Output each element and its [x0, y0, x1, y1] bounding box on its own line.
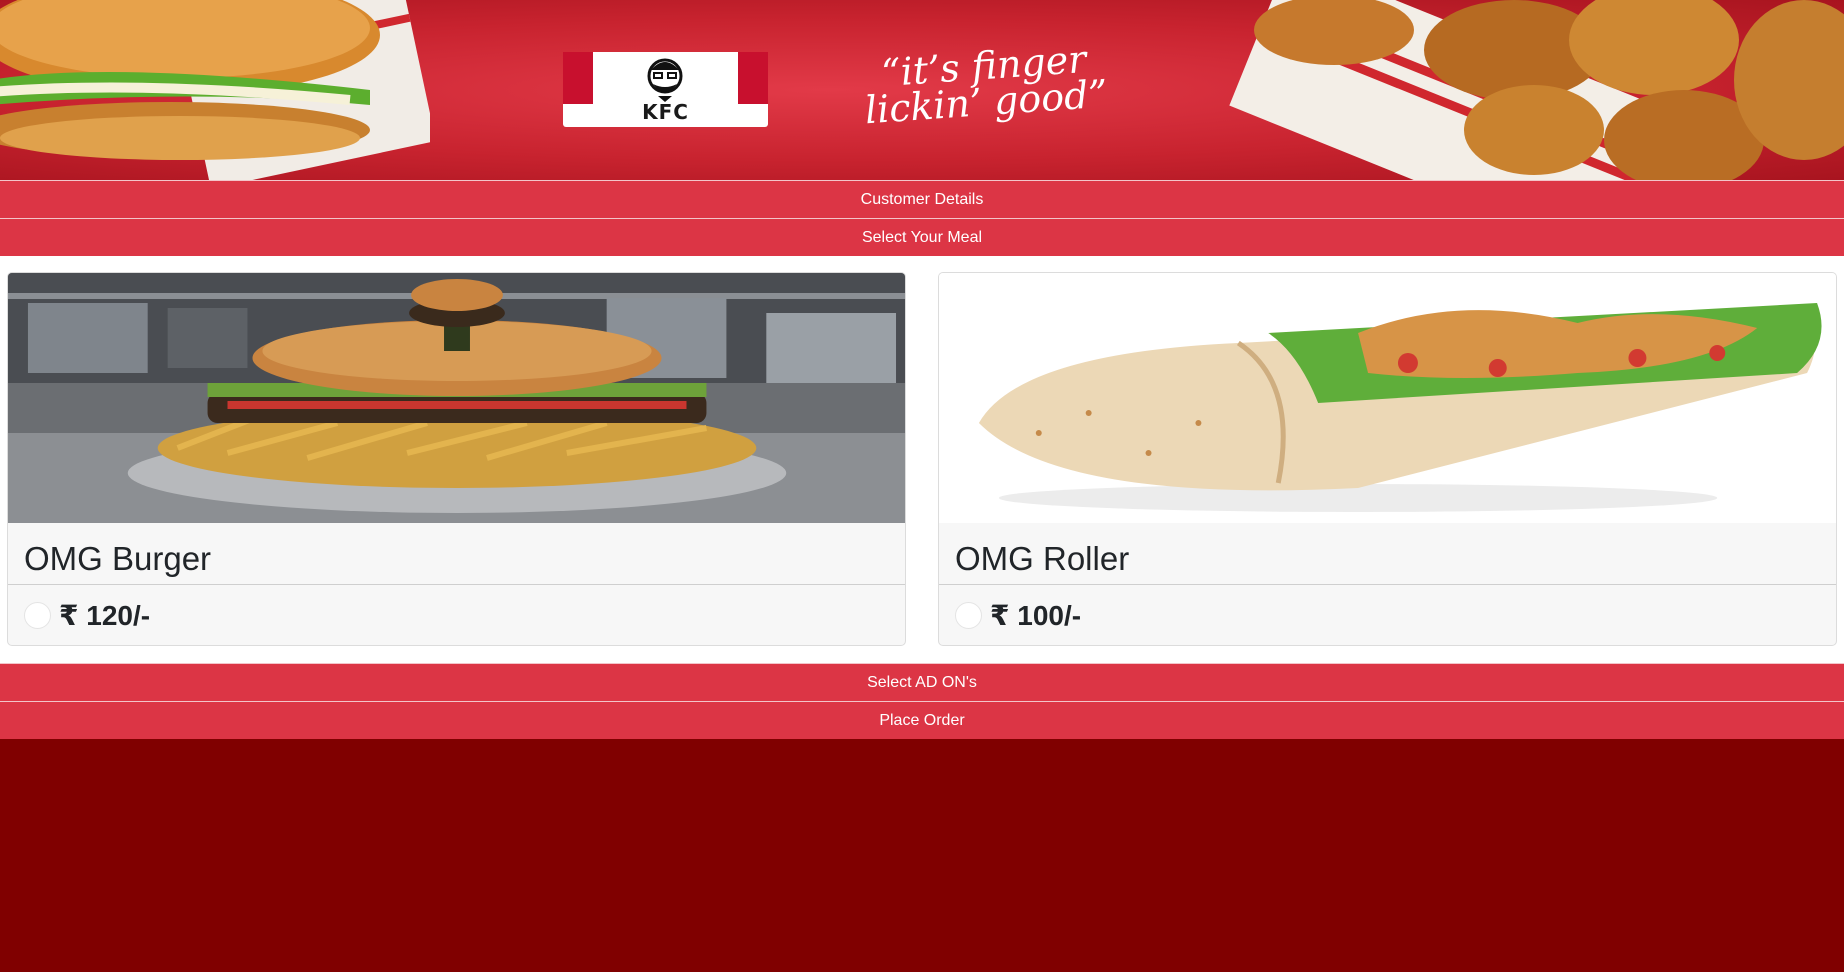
- omg-burger-image: [8, 273, 905, 523]
- page-background: [0, 739, 1844, 969]
- meal-price-row[interactable]: ₹ 100/-: [939, 585, 1836, 645]
- meal-price-row[interactable]: ₹ 120/-: [8, 585, 905, 645]
- banner-slogan: “it’s finger lickin’ good”: [863, 36, 1110, 133]
- meal-name: OMG Burger: [8, 523, 905, 585]
- burger-banner-image: [0, 0, 430, 180]
- customer-details-header[interactable]: Customer Details: [0, 180, 1844, 218]
- kfc-banner: KFC “it’s finger lickin’ good”: [0, 0, 1844, 180]
- meal-card-omg-roller[interactable]: OMG Roller ₹ 100/-: [938, 272, 1837, 646]
- meal-options: OMG Burger ₹ 120/- OMG Roller ₹ 100/-: [0, 256, 1844, 663]
- kfc-logo: KFC: [563, 52, 768, 127]
- kfc-wordmark: KFC: [642, 100, 689, 124]
- select-meal-header[interactable]: Select Your Meal: [0, 218, 1844, 256]
- meal-price: ₹ 120/-: [59, 600, 151, 631]
- fried-chicken-banner-image: [1229, 0, 1844, 180]
- meal-card-omg-burger[interactable]: OMG Burger ₹ 120/-: [7, 272, 906, 646]
- meal-price: ₹ 100/-: [990, 600, 1082, 631]
- omg-roller-image: [939, 273, 1836, 523]
- meal-radio-button[interactable]: [955, 602, 982, 629]
- colonel-face-icon: [647, 58, 683, 102]
- select-addons-header[interactable]: Select AD ON's: [0, 663, 1844, 701]
- place-order-header[interactable]: Place Order: [0, 701, 1844, 739]
- meal-radio-button[interactable]: [24, 602, 51, 629]
- meal-name: OMG Roller: [939, 523, 1836, 585]
